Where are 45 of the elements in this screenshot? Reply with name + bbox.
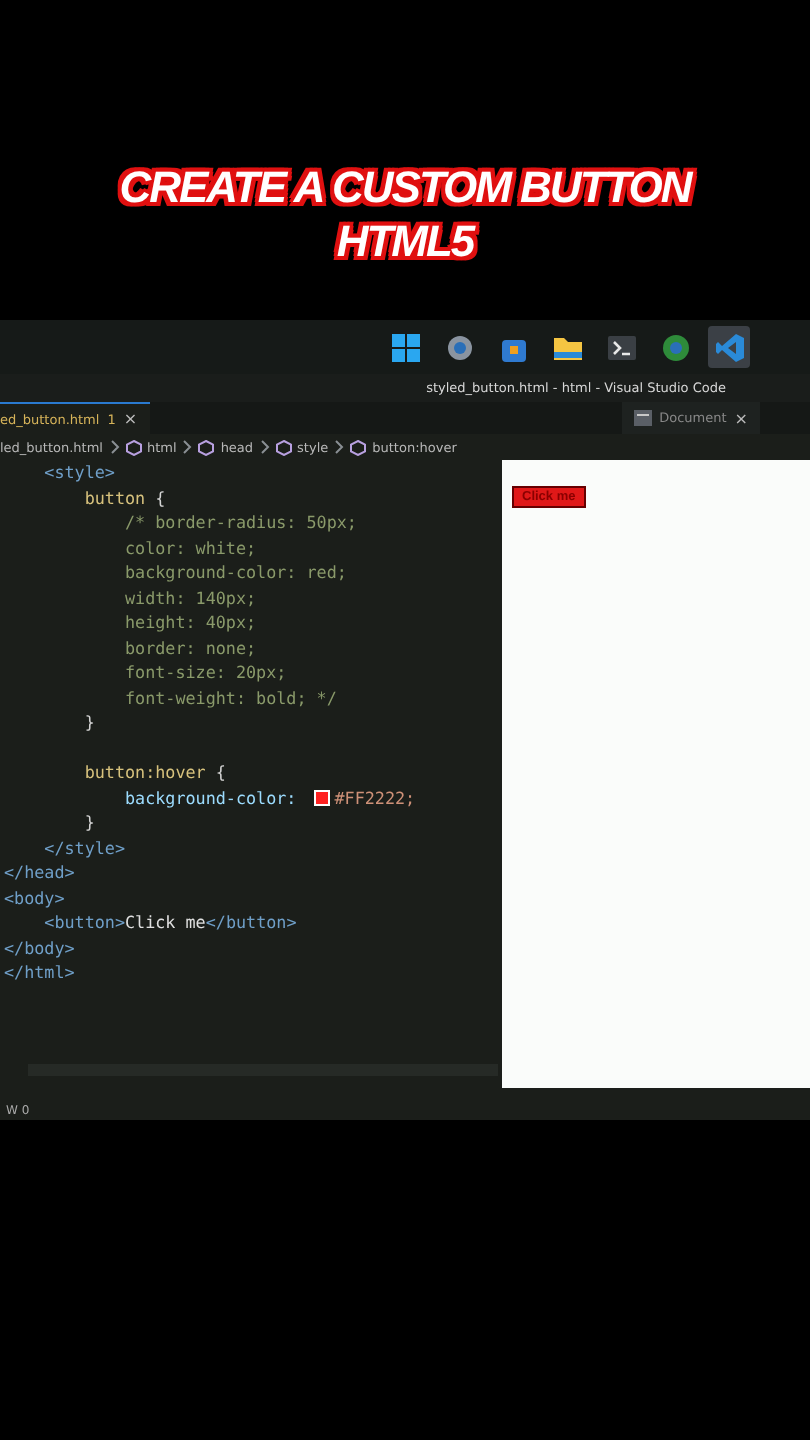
code-token: </html> xyxy=(4,960,75,985)
terminal-icon xyxy=(607,333,635,361)
code-token: { xyxy=(153,485,166,510)
code-token: </style> xyxy=(42,835,126,860)
code-token: #FF2222; xyxy=(334,785,416,810)
code-token: background-color: xyxy=(123,785,299,810)
code-token: font-weight: bold; */ xyxy=(123,685,337,710)
chevron-icon xyxy=(259,440,270,454)
code-token: font-size: 20px; xyxy=(123,660,287,685)
code-token: button xyxy=(82,485,146,510)
close-icon[interactable]: × xyxy=(734,409,748,427)
preview-icon xyxy=(633,410,652,426)
video-title: HTML5 xyxy=(336,214,474,268)
color-swatch[interactable] xyxy=(314,789,331,806)
code-token: Click me xyxy=(125,910,206,935)
code-token: </body> xyxy=(4,935,75,960)
code-editor-icon xyxy=(715,333,743,361)
folder-icon xyxy=(553,333,581,361)
code-token: <style> xyxy=(42,460,115,485)
code-token: <body> xyxy=(4,885,65,910)
cube-icon xyxy=(198,439,215,455)
close-icon[interactable]: × xyxy=(123,410,138,428)
code-token: { xyxy=(213,760,226,785)
code-token: background-color: red; xyxy=(123,560,347,585)
windows-icon xyxy=(391,333,419,361)
video-title: CREATE A CUSTOM BUTTON xyxy=(119,160,691,214)
code-token: </head> xyxy=(4,860,75,885)
settings-icon xyxy=(445,333,473,361)
code-token: width: 140px; xyxy=(123,585,257,610)
code-token: height: 40px; xyxy=(123,610,257,635)
globe-icon xyxy=(661,333,689,361)
cube-icon xyxy=(275,439,292,455)
cube-icon xyxy=(125,439,141,455)
code-token: color: white; xyxy=(123,535,257,560)
code-token: } xyxy=(82,810,95,835)
code-token: </button> xyxy=(205,910,297,935)
chevron-icon xyxy=(109,440,119,454)
code-token: } xyxy=(82,710,95,735)
chevron-icon xyxy=(334,440,345,454)
code-token: <button> xyxy=(42,910,126,935)
code-token: button:hover xyxy=(82,760,206,785)
code-token: border: none; xyxy=(123,635,257,660)
chevron-icon xyxy=(182,440,193,454)
code-token: /* border-radius: 50px; xyxy=(123,510,357,535)
cube-icon xyxy=(350,439,367,455)
